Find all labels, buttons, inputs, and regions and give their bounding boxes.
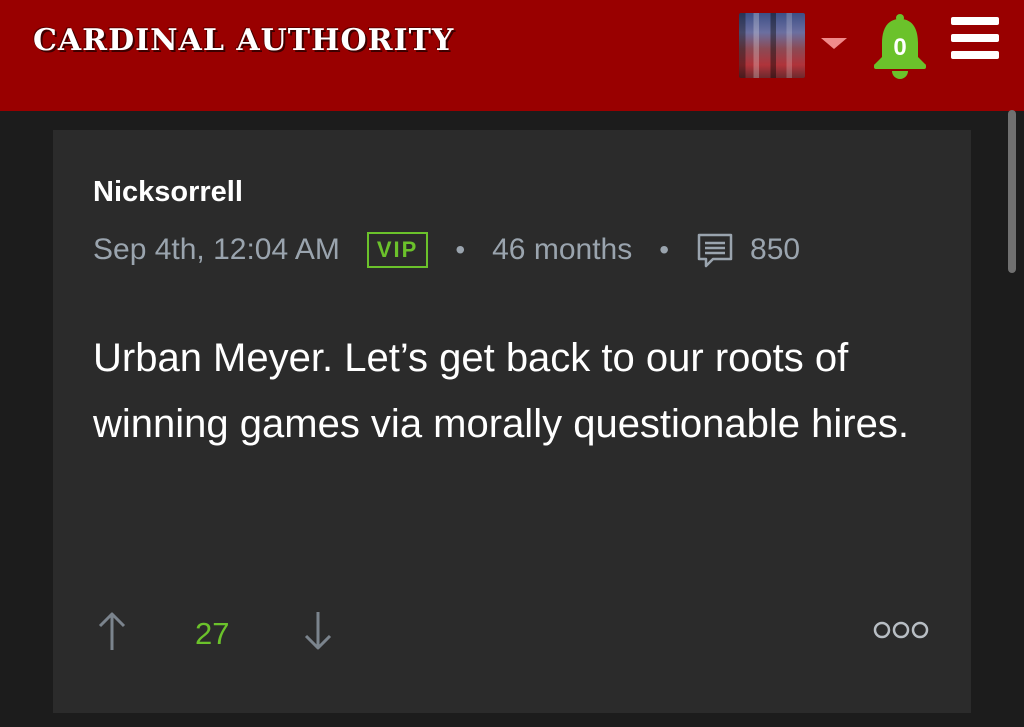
post-timestamp: Sep 4th, 12:04 AM: [93, 233, 340, 266]
meta-separator: •: [659, 234, 670, 265]
more-options-icon: [873, 621, 929, 639]
scrollbar[interactable]: [1008, 110, 1016, 273]
comment-icon: [696, 232, 734, 268]
site-logo[interactable]: CARDINAL AUTHORITY: [33, 8, 454, 72]
more-options-button[interactable]: [873, 617, 929, 643]
upvote-button[interactable]: [97, 610, 127, 652]
notification-count: 0: [893, 34, 907, 61]
hamburger-menu-icon[interactable]: [951, 17, 999, 61]
post-card: Nicksorrell Sep 4th, 12:04 AM VIP • 46 m…: [53, 130, 971, 713]
downvote-arrow-icon: [304, 612, 332, 650]
vip-badge: VIP: [366, 232, 429, 268]
user-avatar[interactable]: [739, 13, 805, 78]
comment-count: 850: [750, 233, 801, 266]
site-header: CARDINAL AUTHORITY 0: [0, 0, 1024, 111]
downvote-button[interactable]: [303, 610, 333, 652]
membership-duration: 46 months: [492, 233, 633, 266]
chevron-down-icon[interactable]: [821, 38, 847, 49]
post-body: Urban Meyer. Let’s get back to our roots…: [93, 336, 909, 446]
notifications-button[interactable]: 0: [868, 13, 932, 79]
upvote-arrow-icon: [98, 612, 126, 650]
vote-score: 27: [195, 616, 230, 651]
post-author[interactable]: Nicksorrell: [93, 174, 243, 210]
post-meta: Sep 4th, 12:04 AM VIP • 46 months • 850: [93, 230, 800, 270]
meta-separator: •: [455, 234, 466, 265]
